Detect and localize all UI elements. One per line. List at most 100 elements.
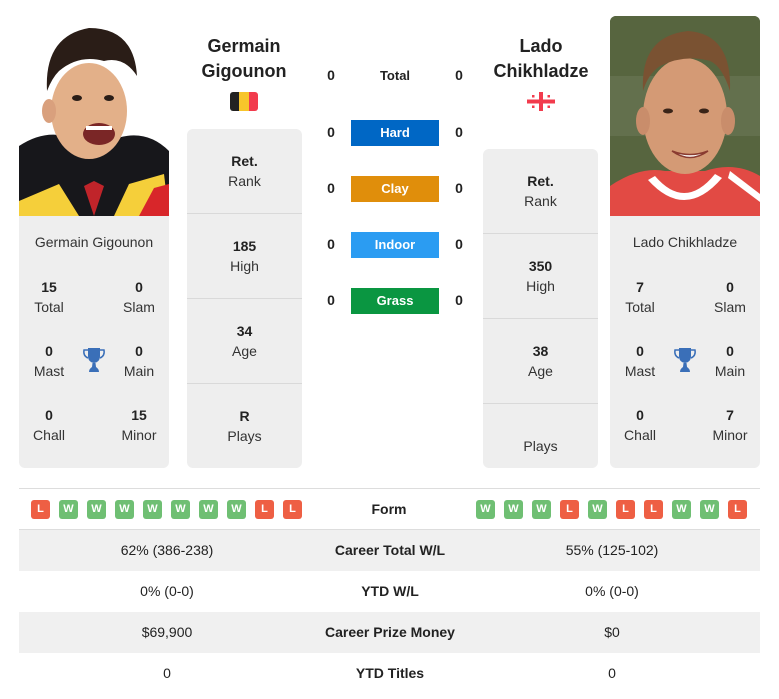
form-win-badge[interactable]: W	[227, 500, 246, 519]
comparison-row: 0 YTD Titles 0	[19, 653, 760, 694]
player-first-name: Germain	[207, 36, 281, 56]
titles-slam-value: 0	[135, 279, 143, 295]
comparison-left-value: 0	[163, 665, 171, 681]
comparison-row: $69,900 Career Prize Money $0	[19, 612, 760, 653]
player-photo-left[interactable]	[19, 16, 169, 216]
player-last-name: Chikhladze	[493, 61, 589, 81]
georgia-flag-icon	[527, 92, 555, 111]
rank-value: Ret.	[231, 153, 258, 169]
form-loss-badge[interactable]: L	[283, 500, 302, 519]
titles-minor-value: 7	[726, 407, 734, 423]
titles-chall-label: Chall	[33, 427, 65, 443]
comparison-right-value: 55% (125-102)	[565, 542, 659, 558]
plays-value: R	[239, 408, 250, 424]
surface-left-count: 0	[327, 236, 335, 252]
titles-mast-value: 0	[636, 343, 644, 359]
high-cell: 350 High	[483, 233, 598, 318]
titles-mast-right: 0 Mast	[610, 341, 670, 381]
rank-card-right: Ret. Rank 350 High 38 Age Plays	[483, 149, 598, 468]
form-win-badge[interactable]: W	[59, 500, 78, 519]
form-badges-right: WWWLWLLWWL	[476, 500, 747, 519]
surface-right-count: 0	[455, 124, 463, 140]
surface-right-count: 0	[455, 67, 463, 83]
form-win-badge[interactable]: W	[700, 500, 719, 519]
titles-total-right: 7 Total	[610, 277, 670, 317]
player-name-left[interactable]: Germain Gigounon	[19, 234, 169, 250]
divider	[19, 488, 760, 489]
plays-cell: Plays	[483, 403, 598, 468]
rank-cell: Ret. Rank	[483, 171, 598, 211]
form-loss-badge[interactable]: L	[644, 500, 663, 519]
titles-main-value: 0	[726, 343, 734, 359]
form-win-badge[interactable]: W	[87, 500, 106, 519]
form-win-badge[interactable]: W	[199, 500, 218, 519]
form-win-badge[interactable]: W	[143, 500, 162, 519]
player-photo-right[interactable]	[610, 16, 760, 216]
form-win-badge[interactable]: W	[588, 500, 607, 519]
comparison-left-value: 0% (0-0)	[140, 583, 194, 599]
titles-total-value: 15	[41, 279, 57, 295]
form-win-badge[interactable]: W	[532, 500, 551, 519]
surface-row-indoor: 0 Indoor 0	[318, 232, 474, 258]
surface-row-grass: 0 Grass 0	[318, 288, 474, 314]
surface-grass-badge[interactable]: Grass	[351, 288, 439, 314]
plays-cell: R Plays	[187, 383, 302, 468]
surface-total-label: Total	[379, 68, 411, 83]
form-loss-badge[interactable]: L	[560, 500, 579, 519]
high-value: 350	[528, 258, 553, 274]
titles-slam-label: Slam	[123, 299, 155, 315]
surface-indoor-badge[interactable]: Indoor	[351, 232, 439, 258]
player-last-name: Gigounon	[201, 61, 287, 81]
surface-row-total: 0 Total 0	[318, 63, 474, 89]
rank-label: Rank	[524, 193, 557, 209]
player-heading-left[interactable]: Germain Gigounon	[186, 34, 302, 84]
form-win-badge[interactable]: W	[672, 500, 691, 519]
player-first-name: Lado	[519, 36, 563, 56]
titles-chall-left: 0 Chall	[19, 405, 79, 445]
form-loss-badge[interactable]: L	[255, 500, 274, 519]
high-label: High	[230, 258, 259, 274]
form-row: LWWWWWWWLL Form WWWLWLLWWL	[19, 490, 760, 529]
surface-right-count: 0	[455, 180, 463, 196]
titles-minor-value: 15	[131, 407, 147, 423]
surface-right-count: 0	[455, 292, 463, 308]
comparison-left-value: 62% (386-238)	[120, 542, 214, 558]
high-value: 185	[232, 238, 257, 254]
age-value: 38	[532, 343, 549, 359]
rank-label: Rank	[228, 173, 261, 189]
titles-main-label: Main	[123, 363, 155, 379]
titles-chall-right: 0 Chall	[610, 405, 670, 445]
comparison-row: 0% (0-0) YTD W/L 0% (0-0)	[19, 571, 760, 612]
plays-label: Plays	[523, 438, 558, 454]
surface-right-count: 0	[455, 236, 463, 252]
comparison-right-value: 0% (0-0)	[585, 583, 639, 599]
player-heading-right[interactable]: Lado Chikhladze	[483, 34, 599, 84]
plays-label: Plays	[227, 428, 262, 444]
form-win-badge[interactable]: W	[504, 500, 523, 519]
titles-mast-value: 0	[45, 343, 53, 359]
form-win-badge[interactable]: W	[115, 500, 134, 519]
titles-chall-label: Chall	[624, 427, 656, 443]
titles-minor-right: 7 Minor	[700, 405, 760, 445]
titles-minor-label: Minor	[712, 427, 748, 443]
titles-chall-value: 0	[45, 407, 53, 423]
form-loss-badge[interactable]: L	[31, 500, 50, 519]
form-loss-badge[interactable]: L	[728, 500, 747, 519]
form-win-badge[interactable]: W	[171, 500, 190, 519]
titles-chall-value: 0	[636, 407, 644, 423]
surface-hard-badge[interactable]: Hard	[351, 120, 439, 146]
comparison-right-value: $0	[604, 624, 620, 640]
surface-left-count: 0	[327, 67, 335, 83]
form-label: Form	[371, 501, 407, 517]
age-cell: 38 Age	[483, 318, 598, 403]
player-card-right: Lado Chikhladze 7 Total 0 Slam 0 Mast 0 …	[610, 216, 760, 468]
high-label: High	[526, 278, 555, 294]
player-portrait-right	[610, 16, 760, 216]
form-win-badge[interactable]: W	[476, 500, 495, 519]
comparison-row: 62% (386-238) Career Total W/L 55% (125-…	[19, 530, 760, 571]
age-label: Age	[232, 343, 257, 359]
player-name-right[interactable]: Lado Chikhladze	[610, 234, 760, 250]
form-loss-badge[interactable]: L	[616, 500, 635, 519]
comparison-right-value: 0	[608, 665, 616, 681]
surface-clay-badge[interactable]: Clay	[351, 176, 439, 202]
